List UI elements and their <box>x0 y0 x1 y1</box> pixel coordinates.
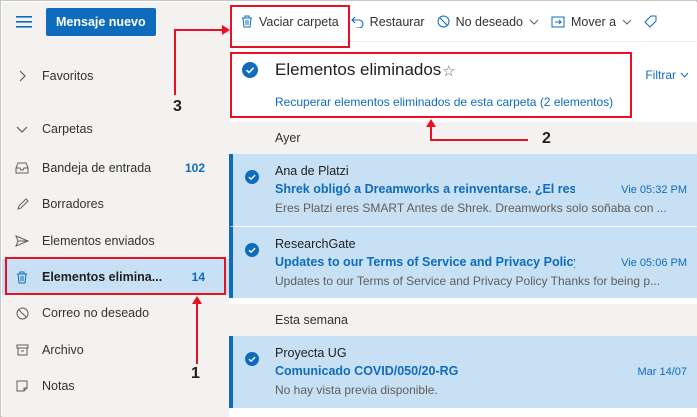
left-topbar: Mensaje nuevo <box>2 2 229 42</box>
folder-header: Elementos eliminados ☆ Recuperar element… <box>229 42 697 122</box>
sidebar-item-archive[interactable]: Archivo <box>2 332 229 368</box>
chevron-down-icon <box>680 72 689 78</box>
sidebar-item-label: Bandeja de entrada <box>42 161 152 175</box>
move-to-button[interactable]: Mover a <box>545 2 638 41</box>
hamburger-menu-icon[interactable] <box>2 2 46 42</box>
star-icon[interactable]: ☆ <box>442 62 455 80</box>
tag-button[interactable] <box>638 2 669 41</box>
annotation-number-2: 2 <box>542 130 551 147</box>
filter-button[interactable]: Filtrar <box>645 68 689 82</box>
message-date: Mar 14/07 <box>637 366 687 378</box>
message-sender: ResearchGate <box>275 237 356 251</box>
block-icon <box>437 15 450 28</box>
tag-icon <box>644 15 657 28</box>
folder-pane: Mensaje nuevo Favoritos Carpetas Bandeja… <box>2 2 229 417</box>
select-all-check-icon[interactable] <box>242 62 258 81</box>
chevron-down-icon <box>2 125 42 133</box>
sidebar-item-label: Notas <box>42 379 75 393</box>
message-preview: Updates to our Terms of Service and Priv… <box>275 274 661 288</box>
message-subject: Updates to our Terms of Service and Priv… <box>275 255 575 269</box>
app-window: Mensaje nuevo Favoritos Carpetas Bandeja… <box>0 0 697 417</box>
trash-icon <box>241 15 253 28</box>
message-date: Vie 05:32 PM <box>621 184 687 196</box>
favorites-toggle[interactable]: Favoritos <box>2 58 229 94</box>
message-subject: Shrek obligó a Dreamworks a reinventarse… <box>275 182 575 196</box>
message-sender: Ana de Platzi <box>275 164 349 178</box>
folders-toggle[interactable]: Carpetas <box>2 111 229 147</box>
junk-label: No deseado <box>455 14 523 29</box>
empty-folder-button[interactable]: Vaciar carpeta <box>235 2 345 41</box>
archive-icon <box>2 344 42 356</box>
message-preview: No hay vista previa disponible. <box>275 383 438 397</box>
sidebar-item-label: Elementos elimina... <box>42 270 163 284</box>
sidebar-item-label: Correo no deseado <box>42 306 150 320</box>
block-icon <box>2 307 42 320</box>
recover-deleted-items-link[interactable]: Recuperar elementos eliminados de esta c… <box>275 95 613 109</box>
selected-check-icon[interactable] <box>245 352 259 369</box>
group-header-yesterday: Ayer <box>229 122 697 154</box>
inbox-icon <box>2 162 42 174</box>
chevron-down-icon <box>622 19 632 25</box>
chevron-right-icon <box>2 70 42 82</box>
annotation-arrowhead-3 <box>222 25 230 35</box>
annotation-arrowhead-1 <box>192 296 202 304</box>
selected-check-icon[interactable] <box>245 243 259 260</box>
message-row[interactable]: Ana de Platzi Shrek obligó a Dreamworks … <box>229 154 697 226</box>
annotation-arrow-3-horizontal <box>174 29 222 31</box>
send-icon <box>2 235 42 247</box>
chevron-down-icon <box>529 19 539 25</box>
annotation-arrow-2-horizontal <box>430 139 528 141</box>
annotation-arrow-3-vertical <box>174 29 176 95</box>
folders-label: Carpetas <box>42 122 93 136</box>
item-count-badge: 14 <box>191 270 205 284</box>
unread-count-badge: 102 <box>184 161 205 175</box>
sidebar-item-label: Borradores <box>42 197 104 211</box>
restore-button[interactable]: Restaurar <box>345 2 431 41</box>
filter-label: Filtrar <box>645 68 676 82</box>
sidebar-item-label: Archivo <box>42 343 84 357</box>
sidebar-item-label: Elementos enviados <box>42 234 155 248</box>
message-preview: Eres Platzi eres SMART Antes de Shrek. D… <box>275 201 667 215</box>
folder-title: Elementos eliminados <box>275 60 442 79</box>
undo-icon <box>350 16 364 28</box>
note-icon <box>2 380 42 392</box>
selected-check-icon[interactable] <box>245 170 259 187</box>
empty-folder-label: Vaciar carpeta <box>259 14 339 29</box>
group-header-this-week: Esta semana <box>229 304 697 336</box>
new-message-button[interactable]: Mensaje nuevo <box>46 8 156 36</box>
pencil-icon <box>2 197 42 211</box>
annotation-arrowhead-2 <box>426 119 436 127</box>
message-date: Vie 05:06 PM <box>621 257 687 269</box>
restore-label: Restaurar <box>369 14 425 29</box>
trash-icon <box>2 271 42 284</box>
sidebar-item-deleted[interactable]: Elementos elimina... 14 <box>2 259 229 295</box>
message-sender: Proyecta UG <box>275 346 347 360</box>
annotation-arrow-1 <box>196 304 198 364</box>
message-row[interactable]: Proyecta UG Comunicado COVID/050/20-RG M… <box>229 336 697 408</box>
junk-button[interactable]: No deseado <box>431 2 545 41</box>
move-to-label: Mover a <box>570 14 617 29</box>
annotation-number-1: 1 <box>191 365 200 382</box>
annotation-number-3: 3 <box>173 98 182 115</box>
favorites-label: Favoritos <box>42 69 94 83</box>
move-folder-icon <box>551 16 565 28</box>
message-row[interactable]: ResearchGate Updates to our Terms of Ser… <box>229 226 697 298</box>
sidebar-item-drafts[interactable]: Borradores <box>2 186 229 222</box>
message-list-pane: Vaciar carpeta Restaurar No deseado Move… <box>229 2 697 417</box>
command-toolbar: Vaciar carpeta Restaurar No deseado Move… <box>229 2 697 42</box>
sidebar-item-sent[interactable]: Elementos enviados <box>2 223 229 259</box>
message-subject: Comunicado COVID/050/20-RG <box>275 364 459 378</box>
sidebar-item-inbox[interactable]: Bandeja de entrada 102 <box>2 150 229 186</box>
